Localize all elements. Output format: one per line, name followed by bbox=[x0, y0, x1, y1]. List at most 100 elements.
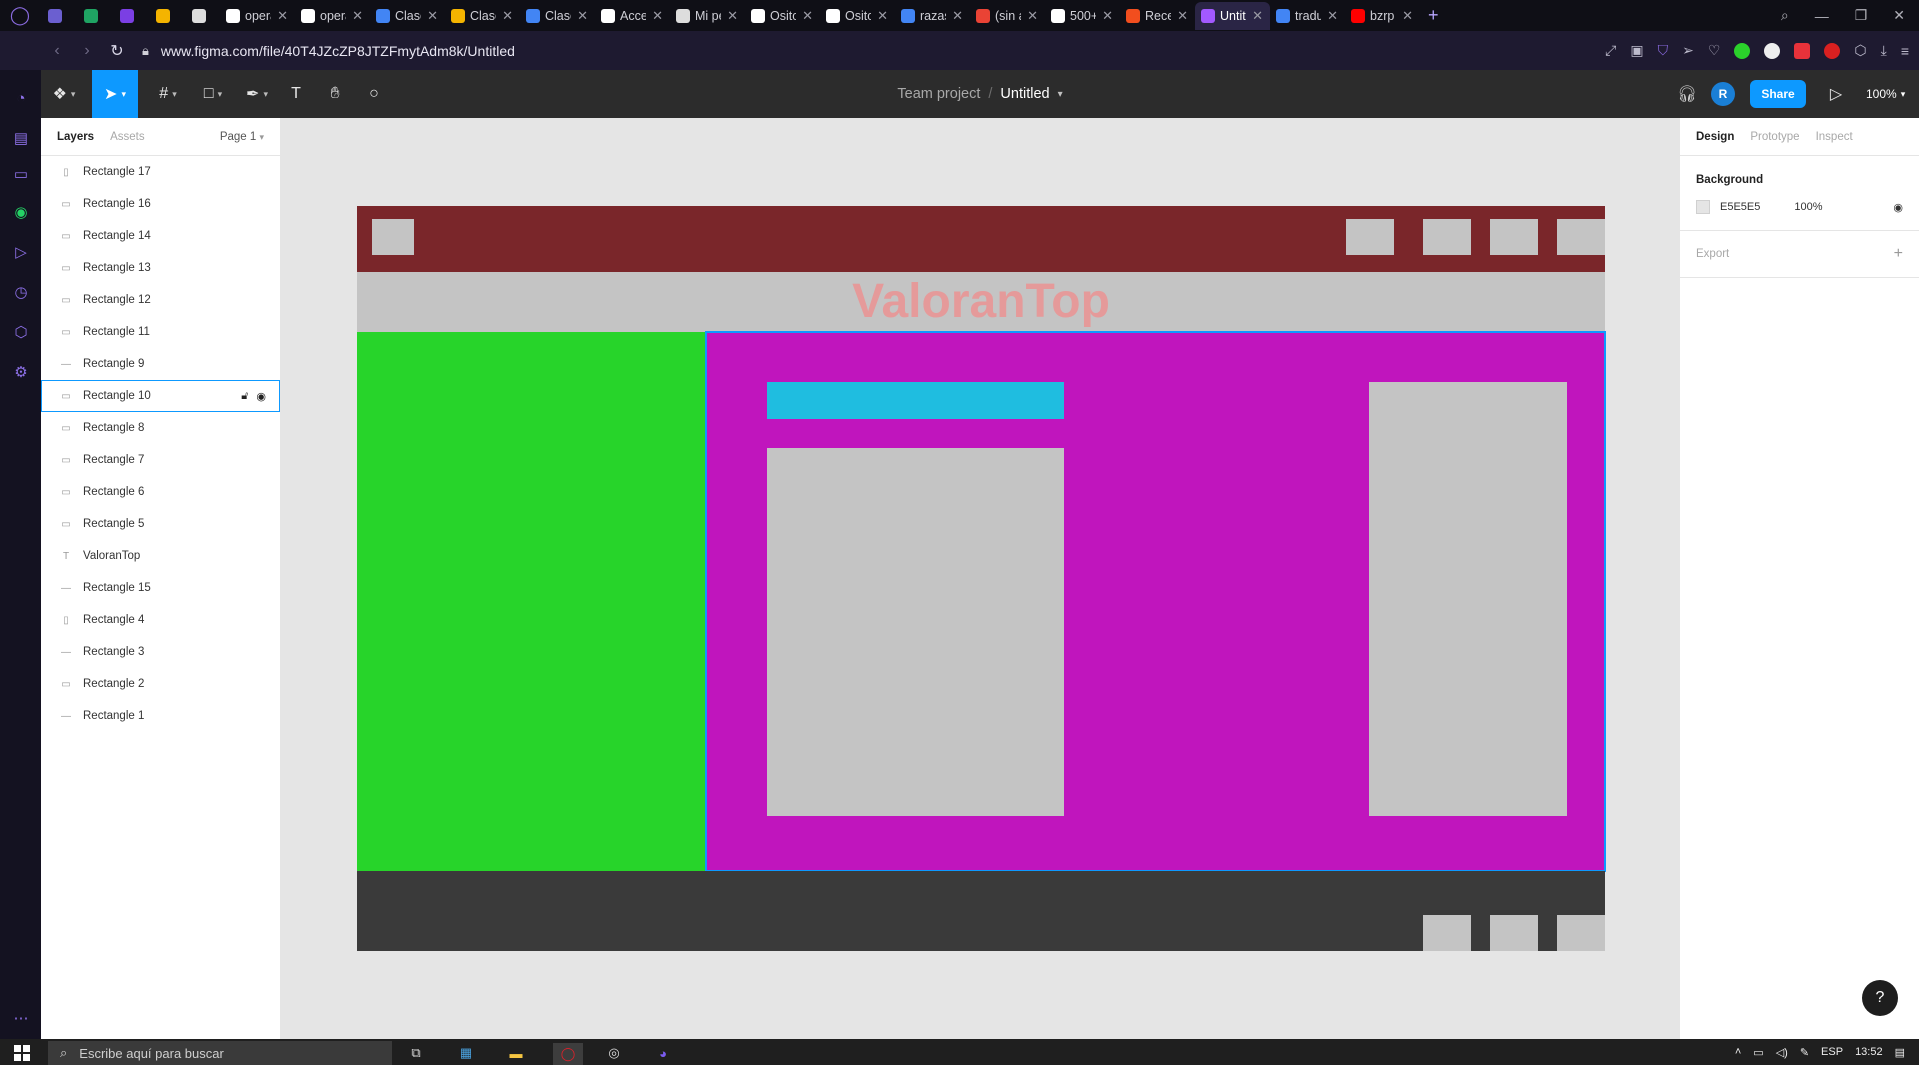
browser-tab[interactable]: opera ✕ bbox=[220, 2, 295, 30]
avatar[interactable]: R bbox=[1711, 82, 1735, 106]
close-tab-icon[interactable]: ✕ bbox=[352, 8, 363, 24]
browser-tab[interactable]: Untitle ✕ bbox=[1195, 1, 1270, 30]
nav-placeholder-rect-2[interactable] bbox=[1423, 219, 1471, 255]
layer-row[interactable]: ▭ Rectangle 5 bbox=[41, 508, 280, 540]
settings-gear-icon[interactable]: ⚙ bbox=[11, 362, 31, 382]
background-opacity-input[interactable]: 100% bbox=[1794, 201, 1822, 213]
close-window-icon[interactable]: ✕ bbox=[1893, 7, 1905, 24]
camera-icon[interactable]: ▣ bbox=[1630, 42, 1643, 59]
browser-tab[interactable] bbox=[184, 2, 220, 30]
extensions-cube-icon[interactable]: ⬡ bbox=[11, 322, 31, 342]
close-tab-icon[interactable]: ✕ bbox=[502, 8, 513, 24]
history-icon[interactable]: ◷ bbox=[11, 282, 31, 302]
opera-taskbar-icon[interactable]: ◯ bbox=[553, 1043, 583, 1065]
minimize-icon[interactable]: — bbox=[1815, 8, 1829, 24]
layer-row[interactable]: ▭ Rectangle 2 bbox=[41, 668, 280, 700]
footer-rect[interactable] bbox=[357, 871, 1605, 951]
discord-taskbar-icon[interactable]: ◕ bbox=[652, 1043, 674, 1063]
app-taskbar-icon[interactable]: ◎ bbox=[603, 1043, 625, 1063]
canvas[interactable]: ValoranTop bbox=[281, 118, 1679, 1039]
browser-tab[interactable]: bzrp - Y ✕ bbox=[1345, 2, 1420, 30]
tray-language[interactable]: ESP bbox=[1821, 1046, 1843, 1058]
layer-row[interactable]: — Rectangle 3 bbox=[41, 636, 280, 668]
extension-x-icon[interactable] bbox=[1824, 42, 1841, 59]
close-tab-icon[interactable]: ✕ bbox=[427, 8, 438, 24]
pen-tool-icon[interactable]: ✒ ▾ bbox=[237, 70, 277, 118]
present-play-icon[interactable]: ▷ bbox=[1826, 70, 1846, 118]
layer-row[interactable]: ▭ Rectangle 6 bbox=[41, 476, 280, 508]
tray-clock[interactable]: 13:52 bbox=[1855, 1046, 1883, 1058]
layer-row[interactable]: — Rectangle 15 bbox=[41, 572, 280, 604]
tab-inspect[interactable]: Inspect bbox=[1816, 131, 1853, 143]
audio-headphones-icon[interactable]: 🎧︎ bbox=[1677, 70, 1697, 118]
close-tab-icon[interactable]: ✕ bbox=[1252, 8, 1263, 24]
content-card-rect-right[interactable] bbox=[1369, 382, 1567, 816]
header-bar-rect[interactable] bbox=[357, 206, 1605, 272]
brand-title-text[interactable]: ValoranTop bbox=[357, 272, 1605, 332]
move-tool-icon[interactable]: ➤ ▾ bbox=[92, 70, 138, 118]
close-tab-icon[interactable]: ✕ bbox=[1327, 8, 1338, 24]
background-swatch[interactable] bbox=[1696, 200, 1710, 214]
tab-design[interactable]: Design bbox=[1696, 131, 1734, 143]
nav-placeholder-rect-1[interactable] bbox=[1346, 219, 1394, 255]
footer-placeholder-rect-1[interactable] bbox=[1423, 915, 1471, 951]
visibility-eye-icon[interactable]: ◉ bbox=[1893, 201, 1903, 214]
whatsapp-icon[interactable]: ◉ bbox=[11, 202, 31, 222]
layer-row[interactable]: T ValoranTop bbox=[41, 540, 280, 572]
zoom-dropdown[interactable]: 100% ▾ bbox=[1866, 70, 1905, 118]
footer-placeholder-rect-3[interactable] bbox=[1557, 915, 1605, 951]
download-icon[interactable]: ⤓ bbox=[1881, 42, 1887, 59]
layer-row[interactable]: ▭ Rectangle 13 bbox=[41, 252, 280, 284]
layer-row[interactable]: ▯ Rectangle 4 bbox=[41, 604, 280, 636]
chevron-down-icon[interactable]: ▾ bbox=[1058, 89, 1063, 100]
browser-tab[interactable]: razas d ✕ bbox=[895, 2, 970, 30]
tray-volume-icon[interactable]: ◁) bbox=[1776, 1046, 1788, 1059]
taskbar-search-box[interactable]: ⌕ Escribe aquí para buscar bbox=[48, 1041, 392, 1065]
tray-pen-icon[interactable]: ✎ bbox=[1800, 1046, 1809, 1059]
twitch-icon[interactable]: ▭ bbox=[11, 164, 31, 184]
reload-icon[interactable]: ↻ bbox=[102, 41, 132, 61]
nav-placeholder-rect-4[interactable] bbox=[1557, 219, 1605, 255]
unlock-icon[interactable]: 🔓︎ bbox=[241, 390, 248, 403]
content-card-rect-left[interactable] bbox=[767, 448, 1064, 816]
close-tab-icon[interactable]: ✕ bbox=[727, 8, 738, 24]
browser-tab[interactable]: Clase 2 ✕ bbox=[370, 2, 445, 30]
forward-icon[interactable]: › bbox=[72, 42, 102, 60]
layer-row[interactable]: — Rectangle 9 bbox=[41, 348, 280, 380]
menu-icon[interactable]: ≡ bbox=[1901, 43, 1909, 59]
sidebar-green-rect[interactable] bbox=[357, 332, 706, 871]
logo-placeholder-rect[interactable] bbox=[372, 219, 414, 255]
more-dots-icon[interactable]: ⋯ bbox=[11, 1008, 31, 1028]
browser-tab[interactable]: Clase 2 ✕ bbox=[520, 2, 595, 30]
browser-tab[interactable] bbox=[112, 2, 148, 30]
browser-tab[interactable]: Ositos ✕ bbox=[820, 2, 895, 30]
browser-tab[interactable]: Recent ✕ bbox=[1120, 2, 1195, 30]
back-icon[interactable]: ‹ bbox=[42, 42, 72, 60]
search-tabs-icon[interactable]: ⌕ bbox=[1781, 7, 1789, 24]
layer-row[interactable]: ▭ Rectangle 14 bbox=[41, 220, 280, 252]
store-icon[interactable]: ▦ bbox=[455, 1043, 477, 1063]
nav-placeholder-rect-3[interactable] bbox=[1490, 219, 1538, 255]
project-name[interactable]: Team project bbox=[897, 86, 980, 102]
add-export-plus-icon[interactable]: + bbox=[1894, 245, 1903, 263]
new-tab-icon[interactable]: + bbox=[1428, 5, 1439, 26]
layer-row[interactable]: ▯ Rectangle 17 bbox=[41, 156, 280, 188]
layer-row[interactable]: ▭ Rectangle 16 bbox=[41, 188, 280, 220]
tab-assets[interactable]: Assets bbox=[110, 131, 145, 143]
heart-icon[interactable]: ♡ bbox=[1708, 42, 1721, 59]
browser-tab[interactable]: 500+ D ✕ bbox=[1045, 2, 1120, 30]
figma-menu-icon[interactable]: ❖ ▾ bbox=[41, 70, 87, 118]
layer-row[interactable]: — Rectangle 1 bbox=[41, 700, 280, 732]
browser-tab[interactable]: Clase 2 ✕ bbox=[445, 2, 520, 30]
extension-red-icon[interactable] bbox=[1794, 42, 1811, 59]
bag-icon[interactable]: ▤ bbox=[11, 128, 31, 148]
windows-start-icon[interactable] bbox=[14, 1045, 30, 1061]
layer-row[interactable]: ▭ Rectangle 8 bbox=[41, 412, 280, 444]
tab-prototype[interactable]: Prototype bbox=[1750, 131, 1799, 143]
title-cyan-rect[interactable] bbox=[767, 382, 1064, 419]
file-name[interactable]: Untitled bbox=[1000, 86, 1049, 102]
tab-layers[interactable]: Layers bbox=[57, 131, 94, 143]
text-tool-icon[interactable]: T bbox=[284, 70, 308, 118]
close-tab-icon[interactable]: ✕ bbox=[952, 8, 963, 24]
comment-tool-icon[interactable]: ○ bbox=[362, 70, 386, 118]
